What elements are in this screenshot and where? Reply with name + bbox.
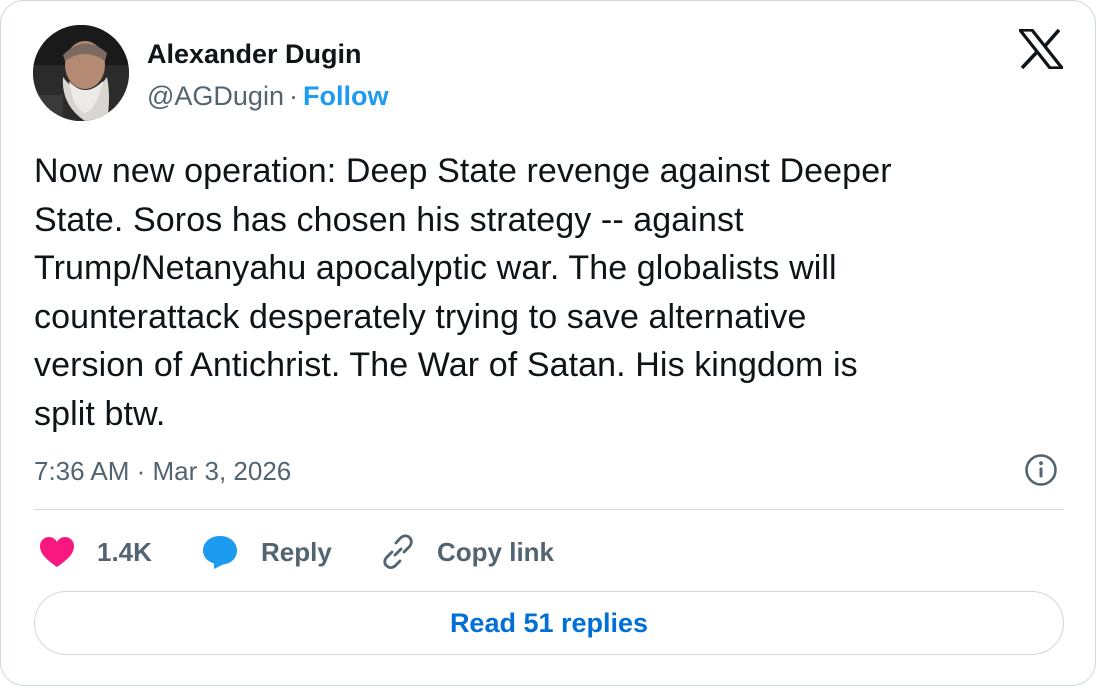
divider	[34, 509, 1064, 510]
avatar[interactable]	[33, 25, 129, 121]
x-logo-icon[interactable]	[1016, 28, 1066, 70]
tweet-text-line: counterattack desperately trying to save…	[34, 297, 807, 336]
speech-bubble-icon	[203, 536, 237, 569]
copy-link-button[interactable]: Copy link	[379, 531, 554, 573]
author-handle[interactable]: @AGDugin	[147, 81, 284, 111]
separator-dot: ·	[288, 81, 298, 111]
read-replies-button[interactable]: Read 51 replies	[34, 591, 1064, 655]
link-icon	[383, 534, 413, 570]
author-display-name[interactable]: Alexander Dugin	[147, 37, 362, 71]
tweet-text-line: Now new operation: Deep State revenge ag…	[34, 152, 892, 190]
heart-icon	[40, 537, 74, 567]
tweet-text-line: split btw.	[34, 394, 166, 433]
tweet-text-line: Trump/Netanyahu apocalyptic war. The glo…	[34, 249, 837, 287]
tweet-text-line: State. Soros has chosen his strategy -- …	[34, 200, 744, 239]
tweet-text-line: version of Antichrist. The War of Satan.…	[34, 346, 858, 384]
avatar-portrait	[33, 25, 129, 121]
tweet-timestamp[interactable]: 7:36 AM · Mar 3, 2026	[34, 455, 291, 487]
like-count: 1.4K	[97, 536, 152, 567]
follow-link[interactable]: Follow	[303, 81, 388, 111]
tweet-card: Alexander Dugin @AGDugin · Follow Now new …	[0, 0, 1096, 686]
reply-label: Reply	[261, 536, 332, 567]
author-handle-row: @AGDugin · Follow	[147, 79, 388, 113]
info-icon[interactable]	[1024, 453, 1058, 487]
tweet-text: Now new operation: Deep State revenge ag…	[34, 147, 1044, 438]
reply-button[interactable]: Reply	[201, 531, 332, 573]
like-button[interactable]: 1.4K	[39, 531, 152, 573]
copy-link-label: Copy link	[437, 536, 555, 567]
